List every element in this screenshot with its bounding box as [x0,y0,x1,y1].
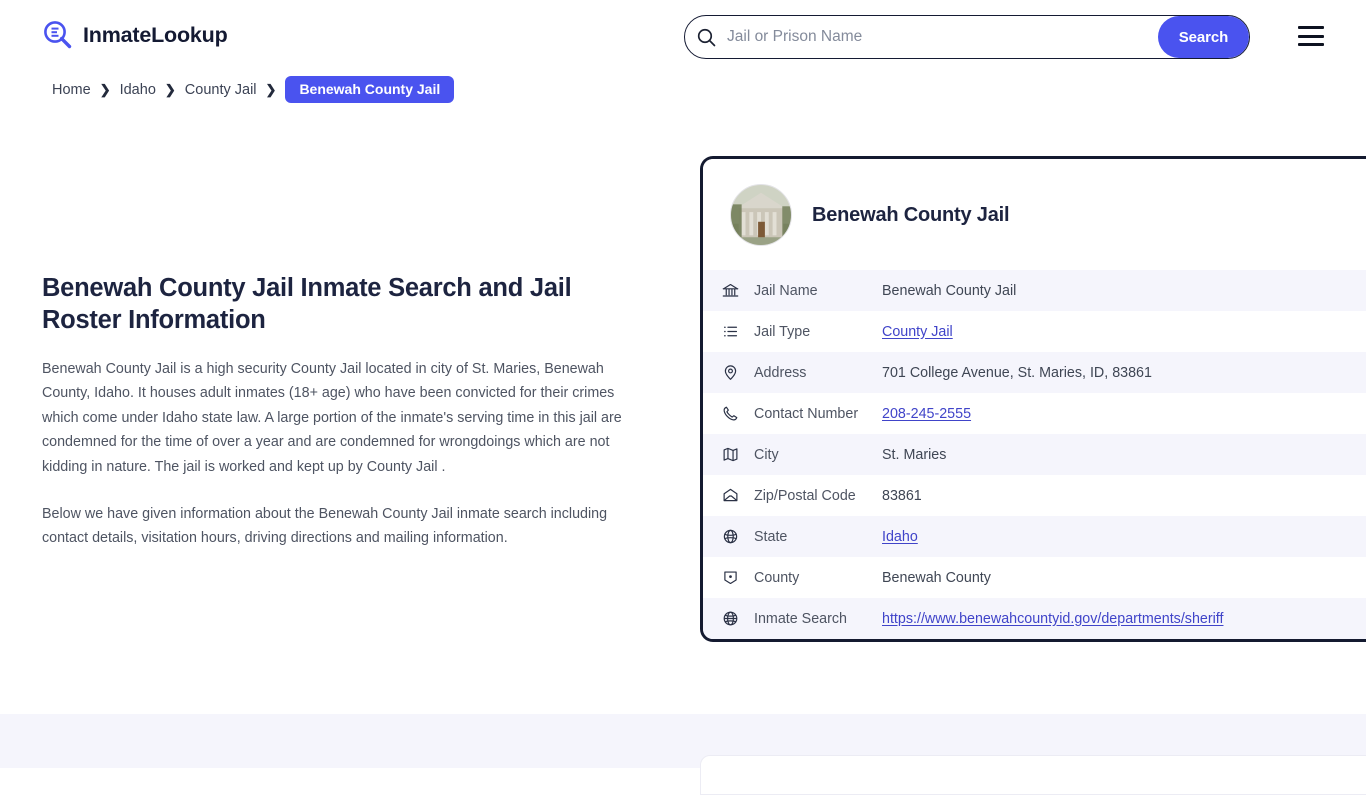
page-title: Benewah County Jail Inmate Search and Ja… [42,274,572,335]
breadcrumb-separator: ❯ [265,82,277,97]
brand-name: InmateLookup [83,22,228,47]
hamburger-menu-icon[interactable] [1298,26,1324,46]
row-value-link[interactable]: https://www.benewahcountyid.gov/departme… [882,611,1223,627]
envelope-icon [722,487,754,504]
row-value: Benewah County Jail [882,282,1017,299]
row-label: Address [754,364,807,381]
jail-info-card-inner: Benewah County Jail Jail Name Benewah Co… [703,159,1366,639]
table-row: Inmate Search https://www.benewahcountyi… [703,598,1366,639]
row-value: 701 College Avenue, St. Maries, ID, 8386… [882,364,1152,381]
hamburger-bar [1298,34,1324,38]
row-value-link[interactable]: 208-245-2555 [882,406,971,422]
row-label: Contact Number [754,405,859,422]
table-row: Jail Type County Jail [703,311,1366,352]
breadcrumb-separator: ❯ [99,82,111,97]
table-row: State Idaho [703,516,1366,557]
courthouse-photo [730,184,792,246]
row-label: Jail Name [754,282,818,299]
row-value-link[interactable]: Idaho [882,529,918,545]
table-row: Address 701 College Avenue, St. Maries, … [703,352,1366,393]
site-header: InmateLookup Search [0,0,1366,74]
globe-icon [722,610,754,627]
jail-card-header: Benewah County Jail [703,159,1366,270]
county-icon [722,569,754,586]
row-label: Zip/Postal Code [754,487,856,504]
search-button[interactable]: Search [1158,16,1249,58]
row-value: Benewah County [882,569,991,586]
jail-card-title: Benewah County Jail [812,203,1010,226]
jail-info-card: Benewah County Jail Jail Name Benewah Co… [700,156,1366,642]
globe-badge-icon [722,528,754,545]
row-label: State [754,528,788,545]
search-input[interactable] [727,16,1158,58]
page-bottom-band [0,714,1366,795]
bank-icon [722,282,754,299]
row-label: Inmate Search [754,610,847,627]
row-value: St. Maries [882,446,947,463]
site-logo[interactable]: InmateLookup [42,19,228,51]
table-row: County Benewah County [703,557,1366,598]
row-label: County [754,569,800,586]
breadcrumb-item-idaho[interactable]: Idaho [120,82,156,98]
row-label: Jail Type [754,323,811,340]
row-value-link[interactable]: County Jail [882,324,953,340]
map-icon [722,446,754,463]
table-row: Jail Name Benewah County Jail [703,270,1366,311]
search-list-logo-icon [42,19,74,51]
breadcrumb-separator: ❯ [164,82,176,97]
row-label: City [754,446,779,463]
table-row: Contact Number 208-245-2555 [703,393,1366,434]
breadcrumb-item-county-jail[interactable]: County Jail [185,82,257,98]
phone-icon [722,405,754,422]
table-row: Zip/Postal Code 83861 [703,475,1366,516]
breadcrumb: Home ❯ Idaho ❯ County Jail ❯ Benewah Cou… [52,76,455,103]
row-value: 83861 [882,487,922,504]
breadcrumb-item-home[interactable]: Home [52,82,91,98]
intro-paragraph: Benewah County Jail is a high security C… [42,360,622,476]
next-section-card [700,755,1366,795]
secondary-paragraph: Below we have given information about th… [42,505,608,547]
hamburger-bar [1298,26,1324,29]
breadcrumb-current: Benewah County Jail [285,76,455,103]
article-column: Benewah County Jail Inmate Search and Ja… [42,272,642,551]
table-row: City St. Maries [703,434,1366,475]
list-icon [722,323,754,340]
map-pin-icon [722,364,754,381]
search-icon [685,16,727,58]
search-bar[interactable]: Search [684,15,1250,59]
hamburger-bar [1298,43,1324,46]
